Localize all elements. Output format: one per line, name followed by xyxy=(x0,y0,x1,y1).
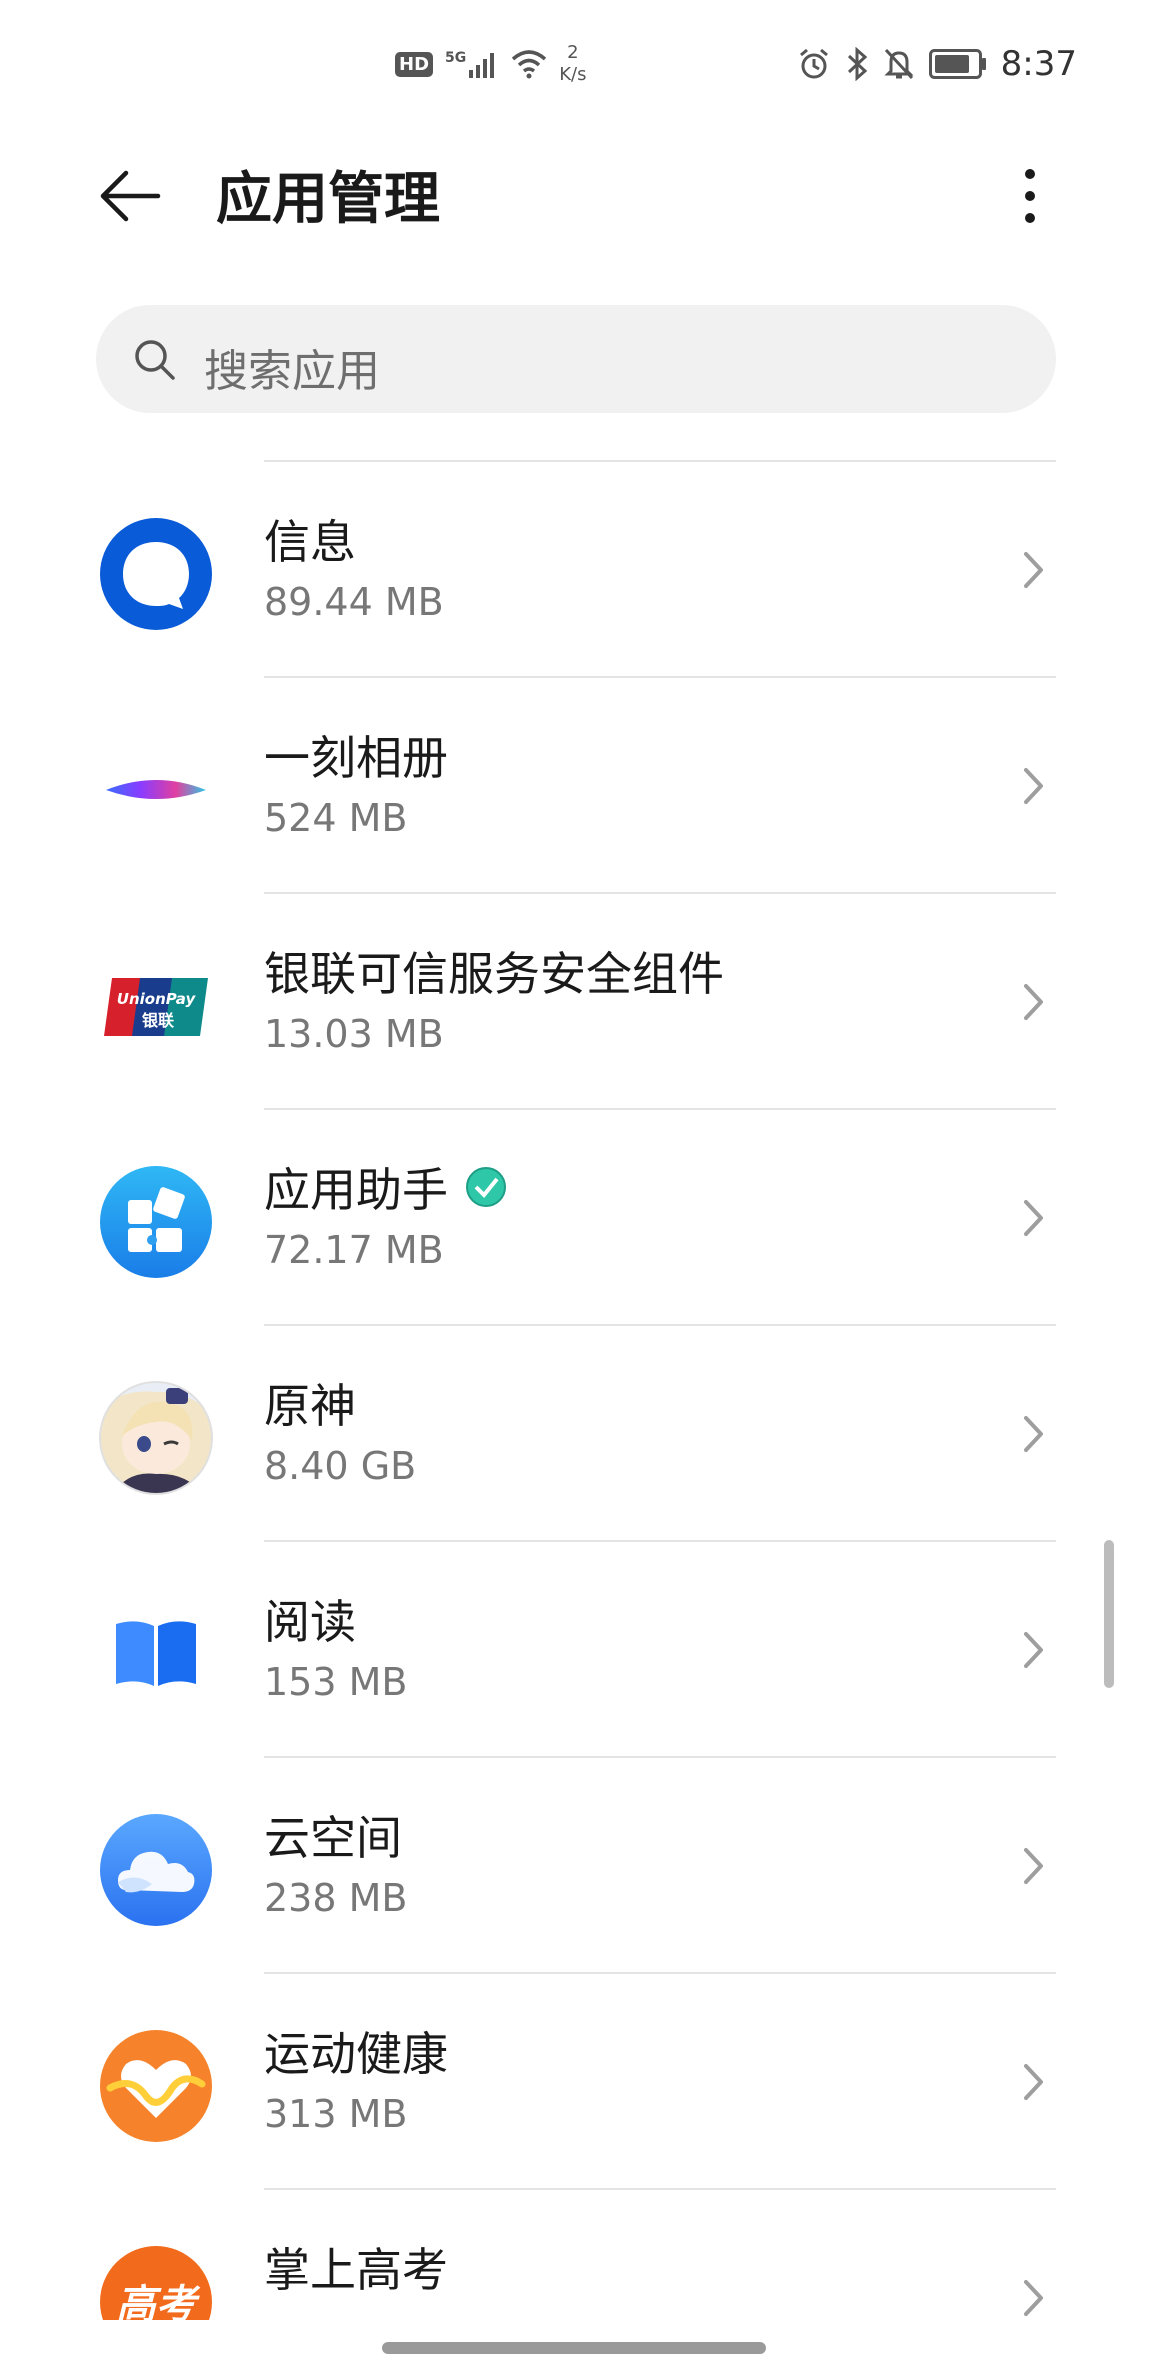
app-name: 掌上高考 xyxy=(264,2243,448,2297)
search-icon xyxy=(135,340,175,380)
more-options-button[interactable] xyxy=(1000,160,1060,232)
network-type: 5G xyxy=(445,50,467,66)
app-size: 153 MB xyxy=(264,1660,408,1704)
list-item[interactable]: 运动健康 313 MB xyxy=(0,1974,1152,2190)
unionpay-logo-subtext: 银联 xyxy=(142,1011,174,1030)
chevron-right-icon xyxy=(1024,1632,1043,1668)
status-bar: HD 5G 2 K/s 8:37 xyxy=(0,0,1152,120)
back-arrow-icon xyxy=(100,170,161,222)
app-size: 8.40 GB xyxy=(264,1444,417,1488)
app-size: 524 MB xyxy=(264,796,408,840)
chevron-right-icon xyxy=(1024,1848,1043,1884)
yike-album-icon xyxy=(106,780,206,799)
list-item[interactable]: 阅读 153 MB xyxy=(0,1542,1152,1758)
wifi-icon xyxy=(512,50,547,79)
scrollbar[interactable] xyxy=(1104,1540,1114,1688)
app-name: 阅读 xyxy=(264,1595,356,1649)
book-icon xyxy=(116,1621,196,1686)
chevron-right-icon xyxy=(1024,2280,1043,2316)
chevron-right-icon xyxy=(1024,552,1043,588)
alarm-icon xyxy=(799,48,828,79)
app-name: 银联可信服务安全组件 xyxy=(264,947,724,1001)
page-title: 应用管理 xyxy=(216,167,440,232)
speed-unit: K/s xyxy=(559,64,587,85)
signal-5g-icon: 5G xyxy=(445,50,499,78)
app-size: 13.03 MB xyxy=(264,1012,444,1056)
clock: 8:37 xyxy=(1000,44,1077,84)
search-bar[interactable]: 搜索应用 xyxy=(96,305,1056,413)
cloud-icon xyxy=(100,1814,212,1926)
list-item[interactable]: 原神 8.40 GB xyxy=(0,1326,1152,1542)
chevron-right-icon xyxy=(1024,2064,1043,2100)
speed-value: 2 xyxy=(567,42,579,63)
chevron-right-icon xyxy=(1024,1416,1043,1452)
gaokao-logo-text: 高考 xyxy=(116,2281,201,2320)
verified-badge-icon xyxy=(466,1167,506,1207)
bluetooth-icon xyxy=(847,47,867,81)
chevron-right-icon xyxy=(1024,984,1043,1020)
app-size: 89.44 MB xyxy=(264,580,444,624)
list-item[interactable]: UnionPay 银联 银联可信服务安全组件 13.03 MB xyxy=(0,894,1152,1110)
more-dot xyxy=(1025,169,1035,179)
status-left: HD 5G 2 K/s xyxy=(395,36,587,92)
chevron-right-icon xyxy=(1024,768,1043,804)
app-size: 313 MB xyxy=(264,2092,408,2136)
app-name: 应用助手 xyxy=(264,1163,448,1217)
health-heart-icon xyxy=(100,2030,212,2142)
mute-bell-icon xyxy=(884,48,914,80)
chevron-right-icon xyxy=(1024,1200,1043,1236)
app-size: 72.17 MB xyxy=(264,1228,444,1272)
app-size: 238 MB xyxy=(264,1876,408,1920)
gaokao-icon: 高考 xyxy=(100,2246,212,2320)
battery-icon xyxy=(928,49,986,79)
app-list[interactable]: 信息 89.44 MB 一刻相册 524 MB UnionPay 银联 银联可信… xyxy=(0,460,1152,2320)
app-name: 一刻相册 xyxy=(264,731,448,785)
list-item[interactable]: 一刻相册 524 MB xyxy=(0,678,1152,894)
hd-badge: HD xyxy=(395,51,434,77)
search-placeholder: 搜索应用 xyxy=(204,346,380,397)
list-item[interactable]: 信息 89.44 MB xyxy=(0,462,1152,678)
app-name: 原神 xyxy=(264,1379,356,1433)
app-name: 云空间 xyxy=(264,1811,402,1865)
network-speed: 2 K/s xyxy=(559,42,586,86)
app-bar: 应用管理 xyxy=(0,140,1152,250)
list-item[interactable]: 高考 掌上高考 xyxy=(0,2190,1152,2320)
message-icon xyxy=(100,518,212,630)
back-button[interactable] xyxy=(96,160,168,232)
unionpay-icon: UnionPay 银联 xyxy=(104,978,208,1036)
list-item[interactable]: 应用助手 72.17 MB xyxy=(0,1110,1152,1326)
app-name: 运动健康 xyxy=(264,2027,448,2081)
unionpay-logo-text: UnionPay xyxy=(117,990,197,1008)
more-dot xyxy=(1025,191,1035,201)
puzzle-icon xyxy=(100,1166,212,1278)
app-name-row: 应用助手 xyxy=(264,1154,508,1220)
status-right: 8:37 xyxy=(797,36,1077,92)
more-dot xyxy=(1025,213,1035,223)
genshin-icon xyxy=(99,1381,213,1495)
home-indicator[interactable] xyxy=(382,2342,766,2354)
app-name: 信息 xyxy=(264,515,356,569)
list-item[interactable]: 云空间 238 MB xyxy=(0,1758,1152,1974)
